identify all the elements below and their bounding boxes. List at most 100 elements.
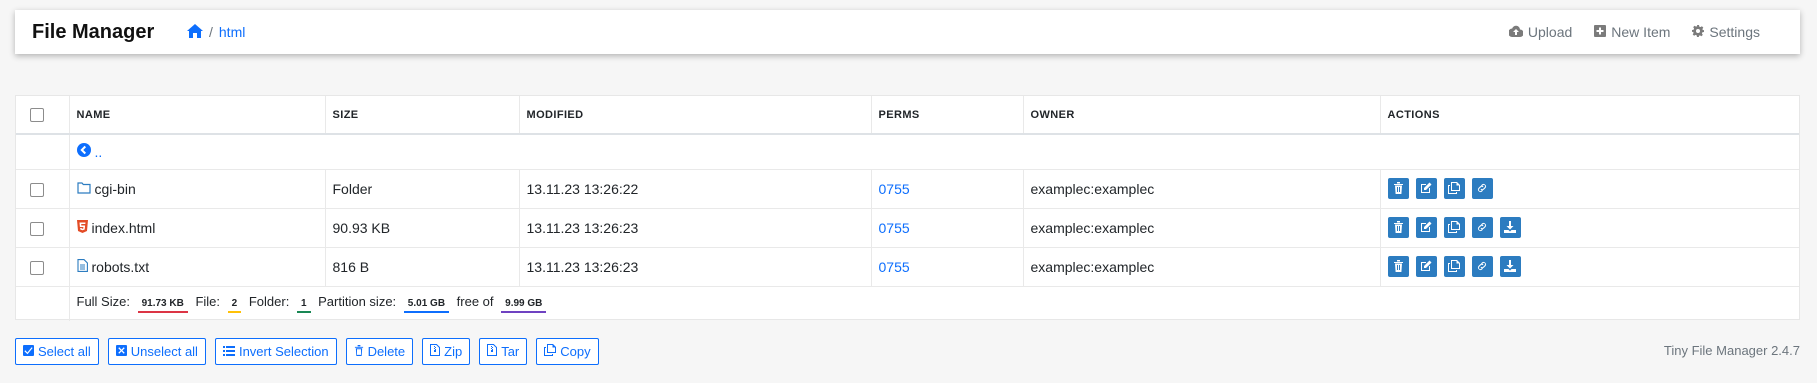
trash-icon — [354, 344, 364, 359]
settings-link[interactable]: Settings — [1692, 24, 1760, 40]
full-size-label: Full Size: — [76, 294, 130, 310]
download-icon — [1504, 220, 1516, 236]
download-icon — [1504, 259, 1516, 275]
column-header-perms[interactable]: PERMS — [871, 96, 1024, 135]
rename-button[interactable] — [1415, 217, 1437, 238]
breadcrumb-current[interactable]: html — [219, 24, 245, 40]
file-name: cgi-bin — [94, 180, 136, 197]
file-owner: examplec:examplec — [1023, 169, 1381, 209]
trash-icon — [1393, 259, 1404, 275]
x-square-icon — [115, 344, 127, 359]
row-checkbox[interactable] — [30, 221, 44, 236]
direct-link-button[interactable] — [1471, 256, 1493, 277]
copy-button[interactable] — [1443, 256, 1465, 277]
perms-link[interactable]: 0755 — [879, 259, 910, 275]
navbar: File Manager / html Upload New Item Sett… — [15, 10, 1800, 54]
table-header-row: NAME SIZE MODIFIED PERMS OWNER ACTIONS — [16, 96, 1799, 135]
upload-link[interactable]: Upload — [1508, 24, 1573, 40]
copy-icon — [1448, 181, 1460, 197]
file-table-card: NAME SIZE MODIFIED PERMS OWNER ACTIONS .… — [15, 95, 1800, 321]
row-checkbox[interactable] — [30, 182, 44, 197]
cloud-upload-icon — [1508, 24, 1524, 40]
link-icon — [1476, 181, 1488, 197]
direct-link-button[interactable] — [1471, 178, 1493, 199]
delete-button[interactable] — [1387, 217, 1409, 238]
version-text: Tiny File Manager 2.4.7 — [1663, 343, 1800, 358]
file-name-link[interactable]: cgi-bin — [76, 180, 136, 197]
copy-button[interactable] — [1443, 217, 1465, 238]
tar-label: Tar — [501, 344, 520, 359]
table-row: cgi-bin Folder 13.11.23 13:26:22 0755 ex… — [16, 169, 1799, 209]
file-name: robots.txt — [91, 258, 150, 275]
file-name-link[interactable]: index.html — [76, 219, 155, 236]
tar-button[interactable]: Tar — [479, 338, 528, 365]
folder-count-badge: 1 — [296, 297, 311, 314]
breadcrumb-separator: / — [209, 24, 213, 40]
home-icon[interactable] — [187, 23, 203, 41]
file-modified: 13.11.23 13:26:23 — [519, 247, 872, 287]
arrow-circle-left-icon — [76, 143, 91, 160]
zip-button[interactable]: Zip — [422, 338, 471, 365]
file-owner: examplec:examplec — [1023, 208, 1381, 248]
brand-title[interactable]: File Manager — [32, 21, 187, 44]
parent-directory-row: .. — [16, 134, 1799, 170]
table-row: index.html 90.93 KB 13.11.23 13:26:23 07… — [16, 208, 1799, 248]
file-size: 816 B — [325, 247, 520, 287]
column-header-actions: ACTIONS — [1380, 96, 1799, 135]
trash-icon — [1393, 220, 1404, 236]
check-square-icon — [23, 344, 34, 359]
file-name-link[interactable]: robots.txt — [76, 258, 150, 275]
free-of-label: free of — [456, 294, 494, 310]
copy-icon — [1448, 259, 1460, 275]
copy-button[interactable] — [1443, 178, 1465, 199]
copy-selected-button[interactable]: Copy — [536, 338, 599, 365]
folder-icon — [76, 181, 91, 197]
file-size: Folder — [325, 169, 520, 209]
new-item-link[interactable]: New Item — [1594, 24, 1670, 40]
delete-label: Delete — [367, 344, 406, 359]
invert-selection-button[interactable]: Invert Selection — [214, 338, 337, 365]
copy-label: Copy — [560, 344, 591, 359]
edit-icon — [1420, 181, 1432, 197]
row-checkbox[interactable] — [30, 260, 44, 275]
file-count-label: File: — [195, 294, 221, 310]
gear-icon — [1692, 24, 1705, 40]
folder-count-label: Folder: — [248, 294, 290, 310]
column-header-owner[interactable]: OWNER — [1023, 96, 1381, 135]
upload-label: Upload — [1527, 24, 1573, 40]
partition-size-label: Partition size: — [318, 294, 397, 310]
breadcrumb: / html — [187, 23, 245, 41]
column-header-size[interactable]: SIZE — [325, 96, 520, 135]
link-icon — [1476, 259, 1488, 275]
settings-label: Settings — [1709, 24, 1760, 40]
new-item-label: New Item — [1611, 24, 1671, 40]
delete-selected-button[interactable]: Delete — [345, 338, 414, 365]
perms-link[interactable]: 0755 — [879, 220, 910, 236]
file-size: 90.93 KB — [325, 208, 520, 248]
rename-button[interactable] — [1415, 178, 1437, 199]
file-table: NAME SIZE MODIFIED PERMS OWNER ACTIONS .… — [16, 96, 1799, 321]
select-all-label: Select all — [38, 344, 91, 359]
delete-button[interactable] — [1387, 178, 1409, 199]
unselect-all-button[interactable]: Unselect all — [107, 338, 206, 365]
edit-icon — [1420, 259, 1432, 275]
column-header-modified[interactable]: MODIFIED — [519, 96, 872, 135]
parent-directory-link[interactable]: .. — [76, 143, 103, 160]
summary-row: Full Size: 91.73 KB File: 2 Folder: 1 Pa… — [16, 286, 1799, 321]
file-modified: 13.11.23 13:26:23 — [519, 208, 872, 248]
select-all-button[interactable]: Select all — [15, 338, 99, 365]
select-all-checkbox[interactable] — [30, 107, 44, 122]
download-button[interactable] — [1499, 256, 1521, 277]
list-icon — [222, 344, 235, 359]
archive-file-icon — [487, 344, 498, 359]
column-header-name[interactable]: NAME — [69, 96, 326, 135]
zip-label: Zip — [444, 344, 463, 359]
nav-actions: Upload New Item Settings — [1508, 24, 1760, 40]
perms-link[interactable]: 0755 — [879, 181, 910, 197]
html5-icon — [76, 219, 88, 236]
parent-directory-label: .. — [94, 143, 103, 160]
download-button[interactable] — [1499, 217, 1521, 238]
rename-button[interactable] — [1415, 256, 1437, 277]
delete-button[interactable] — [1387, 256, 1409, 277]
direct-link-button[interactable] — [1471, 217, 1493, 238]
